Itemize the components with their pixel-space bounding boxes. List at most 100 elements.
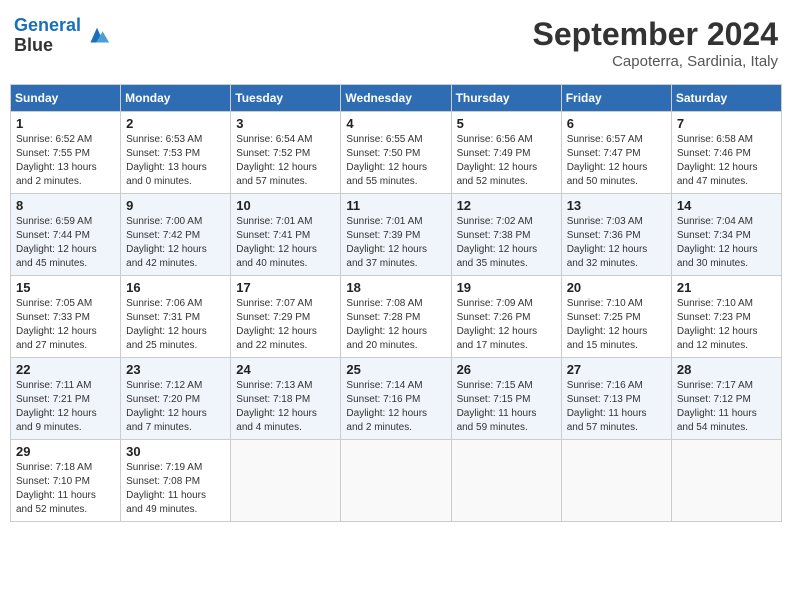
calendar-day-cell: 14 Sunrise: 7:04 AM Sunset: 7:34 PM Dayl… bbox=[671, 194, 781, 276]
calendar-day-cell bbox=[231, 440, 341, 522]
calendar-day-cell: 12 Sunrise: 7:02 AM Sunset: 7:38 PM Dayl… bbox=[451, 194, 561, 276]
weekday-header: Tuesday bbox=[231, 85, 341, 112]
day-number: 10 bbox=[236, 198, 335, 213]
day-info: Sunrise: 7:09 AM Sunset: 7:26 PM Dayligh… bbox=[457, 297, 556, 353]
logo: GeneralBlue bbox=[14, 16, 111, 56]
calendar-day-cell: 22 Sunrise: 7:11 AM Sunset: 7:21 PM Dayl… bbox=[11, 358, 121, 440]
month-title: September 2024 bbox=[533, 16, 778, 53]
calendar-day-cell bbox=[341, 440, 451, 522]
calendar-day-cell: 9 Sunrise: 7:00 AM Sunset: 7:42 PM Dayli… bbox=[121, 194, 231, 276]
day-number: 9 bbox=[126, 198, 225, 213]
calendar-day-cell: 8 Sunrise: 6:59 AM Sunset: 7:44 PM Dayli… bbox=[11, 194, 121, 276]
calendar-day-cell: 26 Sunrise: 7:15 AM Sunset: 7:15 PM Dayl… bbox=[451, 358, 561, 440]
calendar-day-cell: 10 Sunrise: 7:01 AM Sunset: 7:41 PM Dayl… bbox=[231, 194, 341, 276]
day-info: Sunrise: 6:55 AM Sunset: 7:50 PM Dayligh… bbox=[346, 133, 445, 189]
weekday-header: Thursday bbox=[451, 85, 561, 112]
day-number: 20 bbox=[567, 280, 666, 295]
calendar-week-row: 1 Sunrise: 6:52 AM Sunset: 7:55 PM Dayli… bbox=[11, 112, 782, 194]
day-info: Sunrise: 7:18 AM Sunset: 7:10 PM Dayligh… bbox=[16, 461, 115, 517]
day-number: 22 bbox=[16, 362, 115, 377]
calendar-day-cell: 21 Sunrise: 7:10 AM Sunset: 7:23 PM Dayl… bbox=[671, 276, 781, 358]
day-number: 27 bbox=[567, 362, 666, 377]
location-title: Capoterra, Sardinia, Italy bbox=[533, 53, 778, 70]
calendar-day-cell: 6 Sunrise: 6:57 AM Sunset: 7:47 PM Dayli… bbox=[561, 112, 671, 194]
calendar-day-cell: 19 Sunrise: 7:09 AM Sunset: 7:26 PM Dayl… bbox=[451, 276, 561, 358]
day-number: 21 bbox=[677, 280, 776, 295]
calendar-day-cell: 5 Sunrise: 6:56 AM Sunset: 7:49 PM Dayli… bbox=[451, 112, 561, 194]
day-number: 24 bbox=[236, 362, 335, 377]
day-info: Sunrise: 7:16 AM Sunset: 7:13 PM Dayligh… bbox=[567, 379, 666, 435]
day-info: Sunrise: 6:58 AM Sunset: 7:46 PM Dayligh… bbox=[677, 133, 776, 189]
day-info: Sunrise: 7:06 AM Sunset: 7:31 PM Dayligh… bbox=[126, 297, 225, 353]
calendar-week-row: 29 Sunrise: 7:18 AM Sunset: 7:10 PM Dayl… bbox=[11, 440, 782, 522]
day-number: 7 bbox=[677, 116, 776, 131]
calendar-week-row: 22 Sunrise: 7:11 AM Sunset: 7:21 PM Dayl… bbox=[11, 358, 782, 440]
calendar-day-cell: 2 Sunrise: 6:53 AM Sunset: 7:53 PM Dayli… bbox=[121, 112, 231, 194]
day-info: Sunrise: 6:59 AM Sunset: 7:44 PM Dayligh… bbox=[16, 215, 115, 271]
day-number: 17 bbox=[236, 280, 335, 295]
day-number: 12 bbox=[457, 198, 556, 213]
day-info: Sunrise: 7:10 AM Sunset: 7:25 PM Dayligh… bbox=[567, 297, 666, 353]
day-number: 6 bbox=[567, 116, 666, 131]
day-info: Sunrise: 7:14 AM Sunset: 7:16 PM Dayligh… bbox=[346, 379, 445, 435]
day-number: 25 bbox=[346, 362, 445, 377]
day-number: 3 bbox=[236, 116, 335, 131]
day-number: 1 bbox=[16, 116, 115, 131]
day-info: Sunrise: 6:56 AM Sunset: 7:49 PM Dayligh… bbox=[457, 133, 556, 189]
day-number: 11 bbox=[346, 198, 445, 213]
calendar-day-cell: 13 Sunrise: 7:03 AM Sunset: 7:36 PM Dayl… bbox=[561, 194, 671, 276]
calendar-header-row: SundayMondayTuesdayWednesdayThursdayFrid… bbox=[11, 85, 782, 112]
day-number: 26 bbox=[457, 362, 556, 377]
day-info: Sunrise: 7:03 AM Sunset: 7:36 PM Dayligh… bbox=[567, 215, 666, 271]
calendar-table: SundayMondayTuesdayWednesdayThursdayFrid… bbox=[10, 84, 782, 522]
logo-text: GeneralBlue bbox=[14, 16, 81, 56]
day-info: Sunrise: 7:05 AM Sunset: 7:33 PM Dayligh… bbox=[16, 297, 115, 353]
day-info: Sunrise: 7:13 AM Sunset: 7:18 PM Dayligh… bbox=[236, 379, 335, 435]
day-info: Sunrise: 7:19 AM Sunset: 7:08 PM Dayligh… bbox=[126, 461, 225, 517]
logo-icon bbox=[83, 22, 111, 50]
day-info: Sunrise: 7:02 AM Sunset: 7:38 PM Dayligh… bbox=[457, 215, 556, 271]
day-number: 19 bbox=[457, 280, 556, 295]
day-number: 13 bbox=[567, 198, 666, 213]
day-info: Sunrise: 7:08 AM Sunset: 7:28 PM Dayligh… bbox=[346, 297, 445, 353]
calendar-day-cell: 4 Sunrise: 6:55 AM Sunset: 7:50 PM Dayli… bbox=[341, 112, 451, 194]
calendar-day-cell: 29 Sunrise: 7:18 AM Sunset: 7:10 PM Dayl… bbox=[11, 440, 121, 522]
day-number: 14 bbox=[677, 198, 776, 213]
day-number: 16 bbox=[126, 280, 225, 295]
day-number: 15 bbox=[16, 280, 115, 295]
calendar-day-cell: 3 Sunrise: 6:54 AM Sunset: 7:52 PM Dayli… bbox=[231, 112, 341, 194]
calendar-day-cell: 20 Sunrise: 7:10 AM Sunset: 7:25 PM Dayl… bbox=[561, 276, 671, 358]
day-info: Sunrise: 7:07 AM Sunset: 7:29 PM Dayligh… bbox=[236, 297, 335, 353]
calendar-day-cell: 25 Sunrise: 7:14 AM Sunset: 7:16 PM Dayl… bbox=[341, 358, 451, 440]
weekday-header: Saturday bbox=[671, 85, 781, 112]
day-info: Sunrise: 7:12 AM Sunset: 7:20 PM Dayligh… bbox=[126, 379, 225, 435]
day-number: 4 bbox=[346, 116, 445, 131]
day-info: Sunrise: 7:11 AM Sunset: 7:21 PM Dayligh… bbox=[16, 379, 115, 435]
title-block: September 2024 Capoterra, Sardinia, Ital… bbox=[533, 16, 778, 70]
calendar-week-row: 15 Sunrise: 7:05 AM Sunset: 7:33 PM Dayl… bbox=[11, 276, 782, 358]
calendar-day-cell: 17 Sunrise: 7:07 AM Sunset: 7:29 PM Dayl… bbox=[231, 276, 341, 358]
day-number: 18 bbox=[346, 280, 445, 295]
day-info: Sunrise: 6:52 AM Sunset: 7:55 PM Dayligh… bbox=[16, 133, 115, 189]
day-info: Sunrise: 7:17 AM Sunset: 7:12 PM Dayligh… bbox=[677, 379, 776, 435]
day-info: Sunrise: 7:15 AM Sunset: 7:15 PM Dayligh… bbox=[457, 379, 556, 435]
day-info: Sunrise: 7:10 AM Sunset: 7:23 PM Dayligh… bbox=[677, 297, 776, 353]
calendar-day-cell: 1 Sunrise: 6:52 AM Sunset: 7:55 PM Dayli… bbox=[11, 112, 121, 194]
day-number: 28 bbox=[677, 362, 776, 377]
calendar-day-cell: 30 Sunrise: 7:19 AM Sunset: 7:08 PM Dayl… bbox=[121, 440, 231, 522]
calendar-day-cell bbox=[451, 440, 561, 522]
calendar-day-cell: 28 Sunrise: 7:17 AM Sunset: 7:12 PM Dayl… bbox=[671, 358, 781, 440]
day-number: 2 bbox=[126, 116, 225, 131]
calendar-day-cell bbox=[561, 440, 671, 522]
calendar-day-cell: 24 Sunrise: 7:13 AM Sunset: 7:18 PM Dayl… bbox=[231, 358, 341, 440]
day-info: Sunrise: 7:00 AM Sunset: 7:42 PM Dayligh… bbox=[126, 215, 225, 271]
day-info: Sunrise: 6:53 AM Sunset: 7:53 PM Dayligh… bbox=[126, 133, 225, 189]
calendar-day-cell: 16 Sunrise: 7:06 AM Sunset: 7:31 PM Dayl… bbox=[121, 276, 231, 358]
calendar-day-cell bbox=[671, 440, 781, 522]
calendar-day-cell: 11 Sunrise: 7:01 AM Sunset: 7:39 PM Dayl… bbox=[341, 194, 451, 276]
day-info: Sunrise: 6:54 AM Sunset: 7:52 PM Dayligh… bbox=[236, 133, 335, 189]
calendar-day-cell: 15 Sunrise: 7:05 AM Sunset: 7:33 PM Dayl… bbox=[11, 276, 121, 358]
weekday-header: Wednesday bbox=[341, 85, 451, 112]
day-number: 29 bbox=[16, 444, 115, 459]
calendar-day-cell: 7 Sunrise: 6:58 AM Sunset: 7:46 PM Dayli… bbox=[671, 112, 781, 194]
